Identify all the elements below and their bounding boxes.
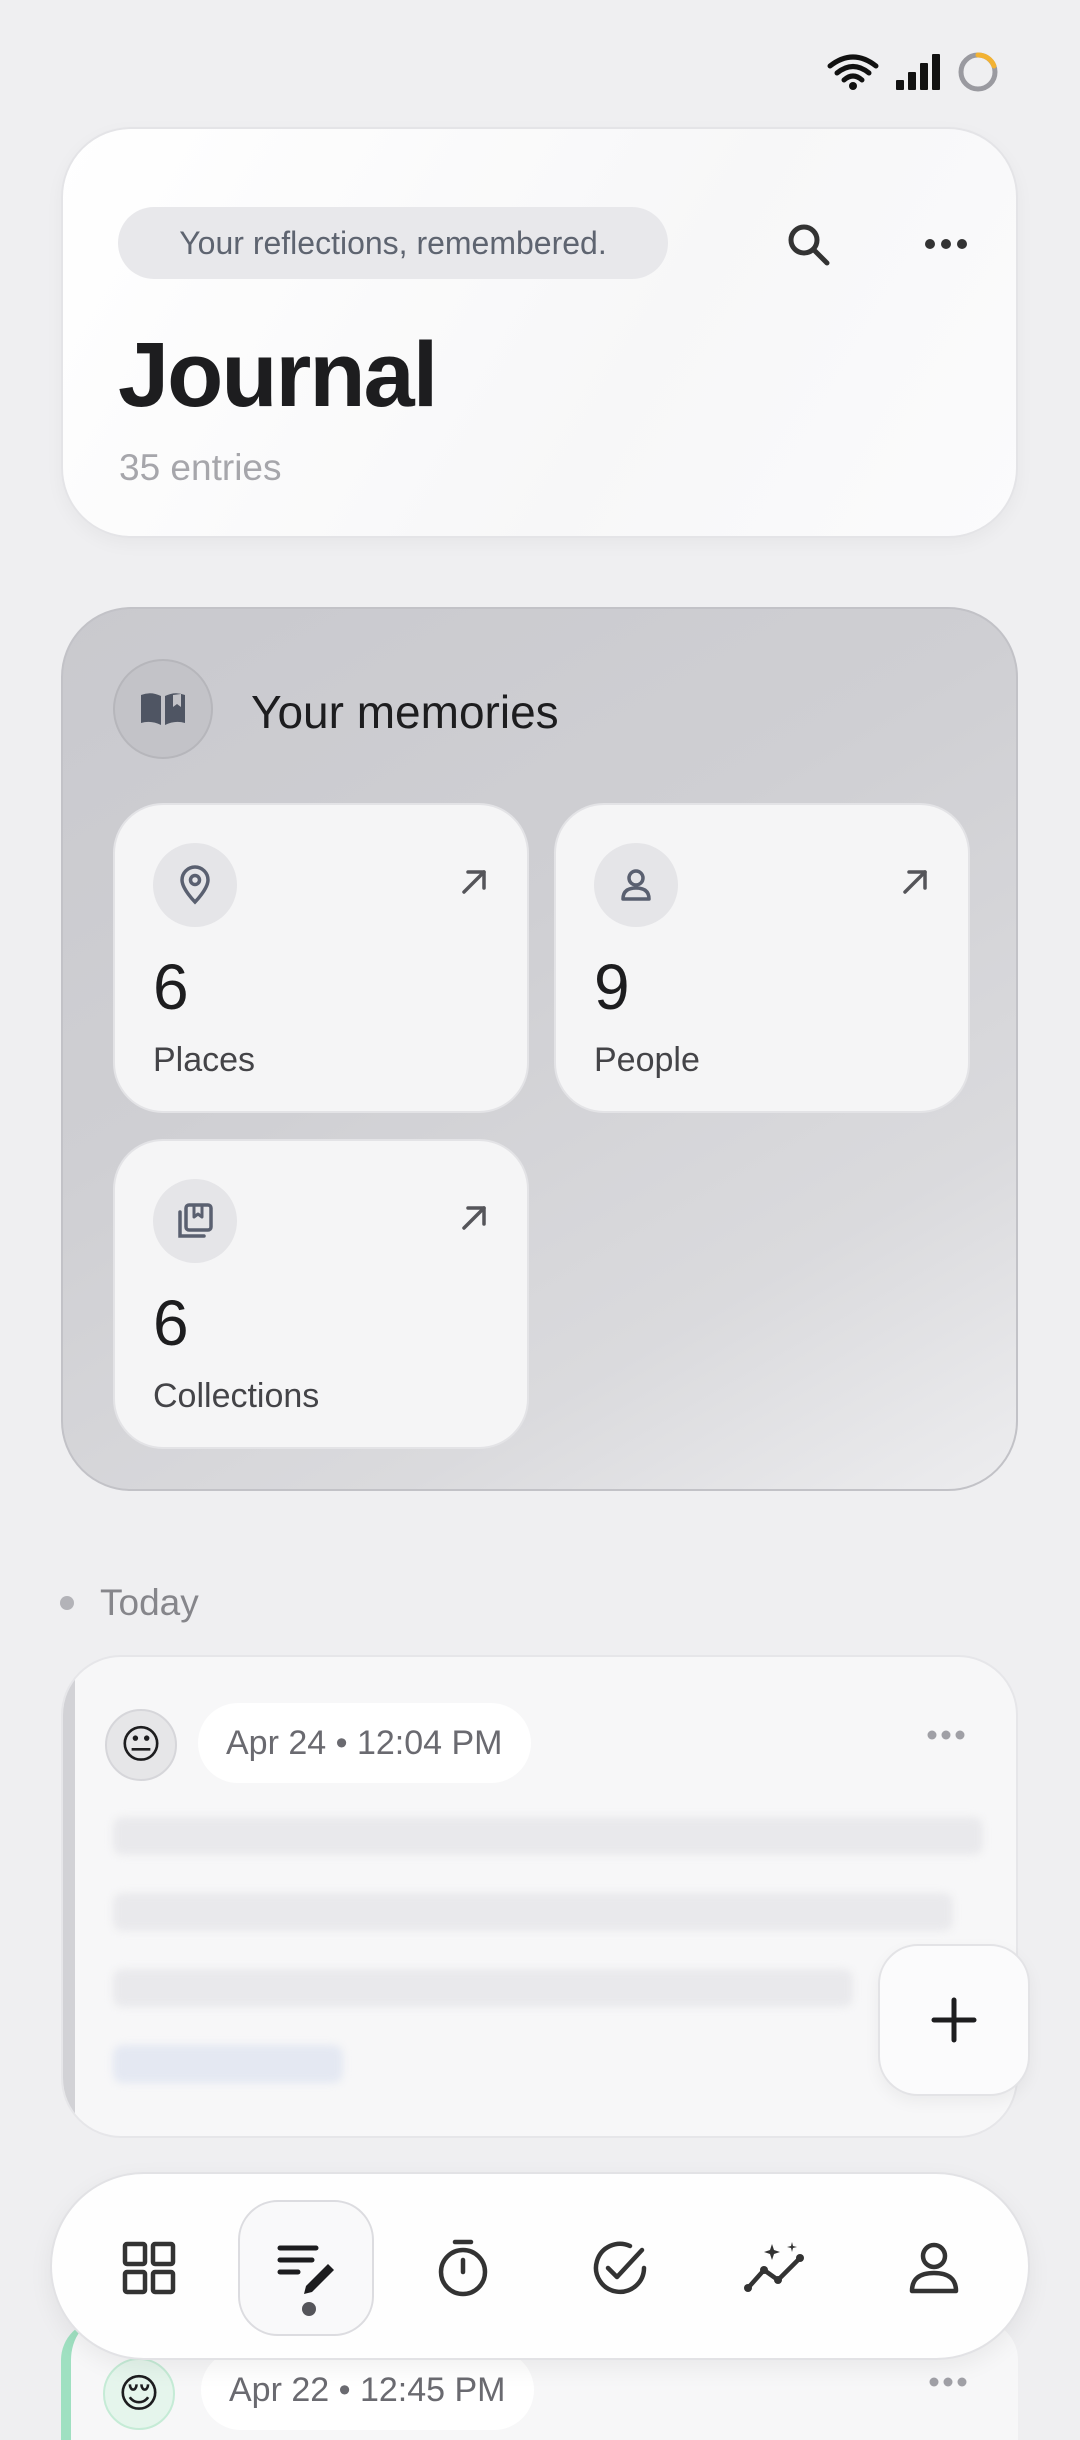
map-pin-icon (178, 865, 212, 905)
person-icon (618, 867, 654, 903)
add-entry-button[interactable] (878, 1944, 1030, 2096)
people-card[interactable]: 9 People (554, 803, 970, 1113)
entry-date-pill: Apr 22 • 12:45 PM (201, 2350, 534, 2430)
memories-card: Your memories 6 Places 9 People 6 Collec… (61, 607, 1018, 1491)
more-horizontal-icon (926, 1729, 966, 1741)
blurred-text-line (113, 1817, 983, 1855)
journal-icon (276, 2240, 336, 2296)
header-card: Your reflections, remembered. Journal 35… (61, 127, 1018, 538)
more-horizontal-icon (924, 238, 968, 250)
status-bar (820, 50, 1000, 94)
nav-dashboard[interactable] (81, 2200, 217, 2336)
places-card[interactable]: 6 Places (113, 803, 529, 1113)
entry-more-button[interactable] (928, 2376, 968, 2388)
collections-icon-badge (153, 1179, 237, 1263)
places-icon-badge (153, 843, 237, 927)
page-title: Journal (118, 324, 438, 426)
nav-habits[interactable] (552, 2200, 688, 2336)
blurred-tag (113, 2045, 343, 2083)
arrow-up-right-icon (459, 1203, 489, 1233)
collections-card[interactable]: 6 Collections (113, 1139, 529, 1449)
signal-icon (894, 52, 942, 92)
search-icon (784, 220, 832, 268)
nav-profile[interactable] (866, 2200, 1002, 2336)
check-icon (590, 2238, 650, 2298)
battery-ring-icon (956, 50, 1000, 94)
mood-emoji: 😐 (105, 1709, 177, 1781)
collection-icon (175, 1201, 215, 1241)
dashboard-icon (121, 2240, 177, 2296)
more-options-button[interactable] (911, 209, 981, 279)
entry-date-pill: Apr 24 • 12:04 PM (198, 1703, 531, 1783)
memories-icon-badge (113, 659, 213, 759)
entry-count: 35 entries (119, 447, 282, 488)
people-icon-badge (594, 843, 678, 927)
open-book-icon (137, 689, 189, 729)
collections-count: 6 (153, 1287, 189, 1359)
section-dot (60, 1596, 74, 1610)
profile-icon (908, 2241, 960, 2295)
entry-more-button[interactable] (926, 1729, 966, 1741)
nav-timer[interactable] (395, 2200, 531, 2336)
nav-insights[interactable] (709, 2200, 845, 2336)
journal-entry-card[interactable]: 😐 Apr 24 • 12:04 PM (61, 1655, 1018, 2138)
people-count: 9 (594, 951, 630, 1023)
section-heading-today: Today (100, 1582, 199, 1623)
bottom-nav (50, 2172, 1030, 2360)
places-count: 6 (153, 951, 189, 1023)
arrow-up-right-icon (459, 867, 489, 897)
mood-emoji: 😌 (103, 2358, 175, 2430)
blurred-text-line (113, 1893, 953, 1931)
people-label: People (594, 1041, 700, 1079)
search-button[interactable] (773, 209, 843, 279)
entry-accent-bar (63, 1657, 75, 2136)
blurred-text-line (113, 1969, 853, 2007)
active-indicator-dot (302, 2302, 316, 2316)
timer-icon (435, 2238, 491, 2298)
more-horizontal-icon (928, 2376, 968, 2388)
wifi-icon (826, 52, 880, 92)
nav-journal[interactable] (238, 2200, 374, 2336)
memories-title: Your memories (251, 686, 559, 738)
places-label: Places (153, 1041, 256, 1079)
tagline-pill: Your reflections, remembered. (118, 207, 668, 279)
insights-icon (744, 2240, 810, 2296)
plus-icon (930, 1996, 978, 2044)
arrow-up-right-icon (900, 867, 930, 897)
collections-label: Collections (153, 1377, 320, 1415)
